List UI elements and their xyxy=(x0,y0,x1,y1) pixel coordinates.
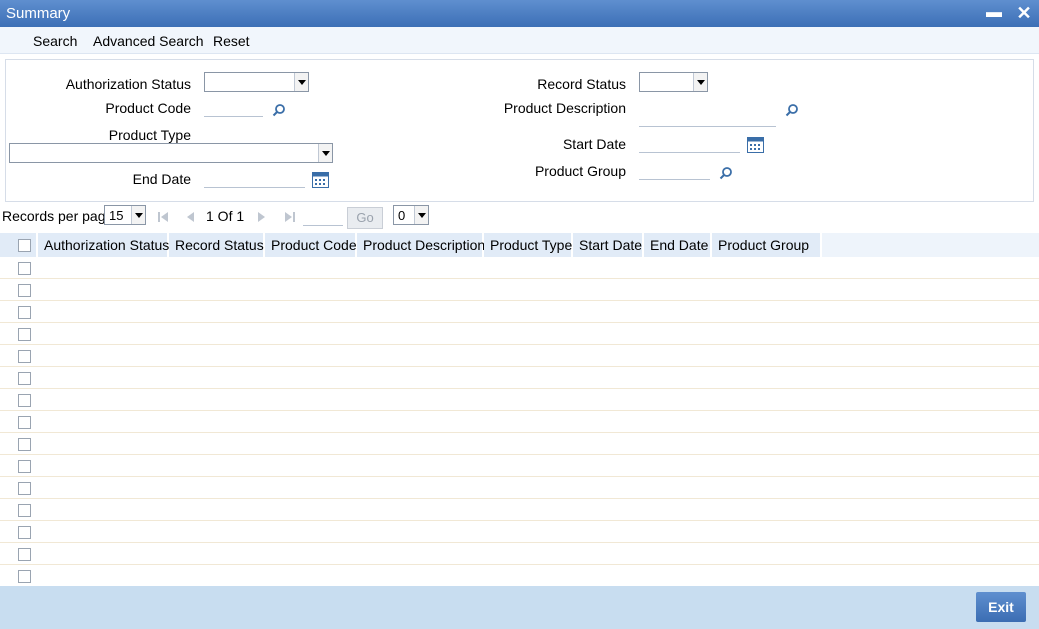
table-row[interactable] xyxy=(0,411,1039,433)
record-status-select[interactable] xyxy=(639,72,708,92)
column-header-start-date[interactable]: Start Date xyxy=(573,233,644,257)
records-per-page-select[interactable]: 15 xyxy=(104,205,146,225)
footer-bar: Exit xyxy=(0,586,1039,629)
advanced-search-button[interactable]: Advanced Search xyxy=(93,33,204,49)
page-jump-select[interactable]: 0 xyxy=(393,205,429,225)
table-row[interactable] xyxy=(0,521,1039,543)
window-title: Summary xyxy=(6,5,71,22)
calendar-icon[interactable] xyxy=(747,137,764,153)
minimize-icon[interactable]: ▬ xyxy=(984,3,1004,23)
product-description-label: Product Description xyxy=(503,100,626,116)
product-description-input[interactable] xyxy=(639,109,776,127)
record-status-label: Record Status xyxy=(537,76,626,92)
start-date-input[interactable] xyxy=(639,135,740,153)
column-header-product-type[interactable]: Product Type xyxy=(484,233,573,257)
product-code-label: Product Code xyxy=(105,100,191,116)
first-page-icon[interactable] xyxy=(157,211,169,223)
column-header-product-group[interactable]: Product Group xyxy=(712,233,822,257)
table-row[interactable] xyxy=(0,477,1039,499)
row-checkbox[interactable] xyxy=(18,548,31,561)
column-header-end-date[interactable]: End Date xyxy=(644,233,712,257)
row-checkbox[interactable] xyxy=(18,284,31,297)
table-row[interactable] xyxy=(0,389,1039,411)
page-number-input[interactable] xyxy=(303,208,343,226)
start-date-label: Start Date xyxy=(562,136,626,152)
row-checkbox[interactable] xyxy=(18,416,31,429)
table-row[interactable] xyxy=(0,323,1039,345)
toolbar: Search Advanced Search Reset xyxy=(0,27,1039,54)
chevron-down-icon xyxy=(414,206,428,224)
table-row[interactable] xyxy=(0,257,1039,279)
end-date-input[interactable] xyxy=(204,170,305,188)
table-row[interactable] xyxy=(0,301,1039,323)
row-checkbox[interactable] xyxy=(18,328,31,341)
chevron-down-icon xyxy=(318,144,332,162)
authorization-status-label: Authorization Status xyxy=(65,76,191,92)
row-checkbox[interactable] xyxy=(18,504,31,517)
table-row[interactable] xyxy=(0,543,1039,565)
table-row[interactable] xyxy=(0,455,1039,477)
search-icon[interactable] xyxy=(719,166,733,180)
records-per-page-label: Records per page xyxy=(2,208,114,224)
product-group-label: Product Group xyxy=(534,163,626,179)
row-checkbox[interactable] xyxy=(18,262,31,275)
column-header-record-status[interactable]: Record Status xyxy=(169,233,265,257)
row-checkbox[interactable] xyxy=(18,570,31,583)
row-checkbox[interactable] xyxy=(18,306,31,319)
product-type-label: Product Type xyxy=(108,127,191,143)
table-row[interactable] xyxy=(0,345,1039,367)
select-all-checkbox[interactable] xyxy=(18,239,31,252)
chevron-down-icon xyxy=(693,73,707,91)
next-page-icon[interactable] xyxy=(256,211,268,223)
column-header-product-code[interactable]: Product Code xyxy=(265,233,357,257)
column-header-authorization-status[interactable]: Authorization Status xyxy=(38,233,169,257)
reset-button[interactable]: Reset xyxy=(213,33,250,49)
row-checkbox[interactable] xyxy=(18,460,31,473)
exit-button[interactable]: Exit xyxy=(976,592,1026,622)
search-button[interactable]: Search xyxy=(33,33,77,49)
row-checkbox[interactable] xyxy=(18,482,31,495)
row-checkbox[interactable] xyxy=(18,350,31,363)
close-icon[interactable]: ✕ xyxy=(1014,3,1034,23)
table-row[interactable] xyxy=(0,565,1039,587)
grid-header: Authorization Status Record Status Produ… xyxy=(0,233,1039,257)
product-group-input[interactable] xyxy=(639,162,710,180)
column-header-product-description[interactable]: Product Description xyxy=(357,233,485,257)
table-row[interactable] xyxy=(0,279,1039,301)
select-all-cell xyxy=(0,233,38,257)
row-checkbox[interactable] xyxy=(18,526,31,539)
last-page-icon[interactable] xyxy=(284,211,296,223)
row-checkbox[interactable] xyxy=(18,394,31,407)
records-per-page-value: 15 xyxy=(109,208,124,223)
go-button[interactable]: Go xyxy=(347,207,383,229)
search-icon[interactable] xyxy=(785,103,799,117)
previous-page-icon[interactable] xyxy=(184,211,196,223)
table-row[interactable] xyxy=(0,499,1039,521)
pager: Records per page xyxy=(0,203,1039,231)
product-type-select[interactable] xyxy=(9,143,333,163)
calendar-icon[interactable] xyxy=(312,172,329,188)
window-titlebar: Summary ▬ ✕ xyxy=(0,0,1039,27)
table-row[interactable] xyxy=(0,433,1039,455)
end-date-label: End Date xyxy=(132,171,191,187)
product-code-input[interactable] xyxy=(204,99,263,117)
table-row[interactable] xyxy=(0,367,1039,389)
chevron-down-icon xyxy=(294,73,308,91)
page-info: 1 Of 1 xyxy=(206,208,245,224)
row-checkbox[interactable] xyxy=(18,372,31,385)
authorization-status-select[interactable] xyxy=(204,72,309,92)
search-icon[interactable] xyxy=(272,103,286,117)
row-checkbox[interactable] xyxy=(18,438,31,451)
chevron-down-icon xyxy=(131,206,145,224)
page-jump-value: 0 xyxy=(398,208,406,223)
